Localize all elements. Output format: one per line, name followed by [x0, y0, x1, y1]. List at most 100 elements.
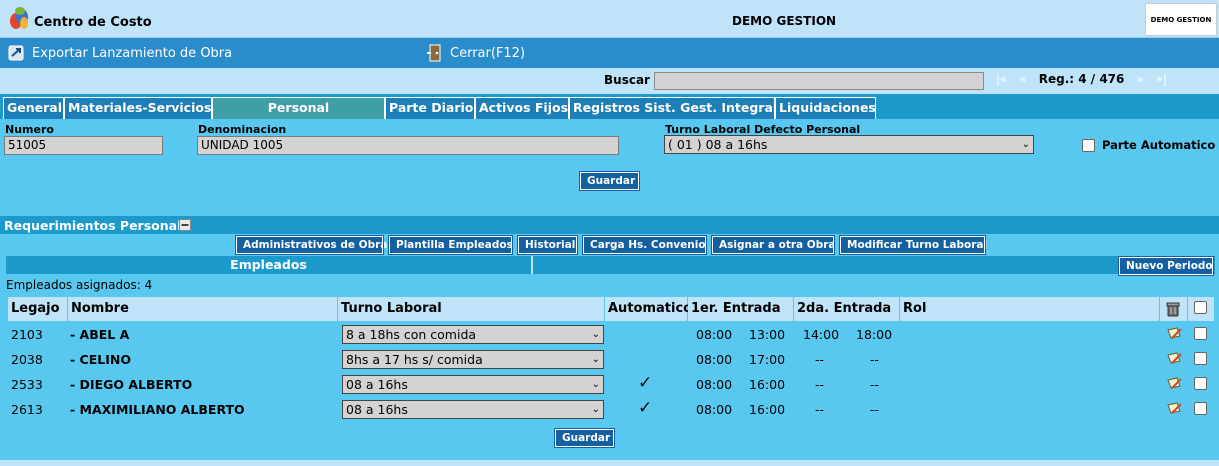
row-turno-select[interactable]: 08 a 16hs ⌄: [342, 375, 604, 394]
empleados-asignados-count: Empleados asignados: 4: [6, 278, 153, 292]
row-turno-select[interactable]: 08 a 16hs ⌄: [342, 400, 604, 419]
row-select-checkbox[interactable]: [1194, 352, 1207, 365]
footer-strip: [0, 460, 1219, 466]
col-nombre: Nombre: [68, 297, 338, 321]
guardar-table-button[interactable]: Guardar: [554, 428, 615, 448]
export-button[interactable]: Exportar Lanzamiento de Obra: [8, 44, 232, 62]
search-input[interactable]: [654, 72, 984, 90]
search-bar: Buscar |« « Reg.: 4 / 476 » »|: [0, 68, 1219, 94]
pencil-note-icon[interactable]: [1167, 352, 1182, 364]
col-select-all: [1188, 297, 1215, 321]
empleados-title: Empleados: [230, 257, 307, 272]
row-select-checkbox[interactable]: [1194, 402, 1207, 415]
door-exit-icon: [427, 44, 441, 62]
row-e2-in: --: [815, 402, 825, 417]
parte-automatico-checkbox[interactable]: [1082, 139, 1095, 152]
denominacion-field[interactable]: UNIDAD 1005: [197, 136, 619, 155]
row-e2-in: --: [815, 352, 825, 367]
title-bar: Centro de Costo DEMO GESTION DEMO GESTIO…: [0, 0, 1219, 38]
plantilla-empleados-button[interactable]: Plantilla Empleados: [388, 235, 513, 255]
chevron-down-icon: ⌄: [591, 329, 600, 340]
row-e2-out: --: [870, 402, 880, 417]
collapse-minus-icon[interactable]: [179, 219, 191, 231]
row-e2-out: 18:00: [856, 327, 893, 342]
historial-button[interactable]: Historial: [517, 235, 578, 255]
col-legajo: Legajo: [8, 297, 68, 321]
export-label: Exportar Lanzamiento de Obra: [32, 45, 233, 61]
row-e1-in: 08:00: [696, 327, 733, 342]
col-automatico: Automatico: [605, 297, 692, 321]
denominacion-label: Denominacion: [198, 123, 287, 136]
row-turno-value: 08 a 16hs: [346, 402, 408, 417]
app-title: Centro de Costo: [34, 15, 152, 30]
carga-hs-convenio-button[interactable]: Carga Hs. Convenio: [582, 235, 707, 255]
row-legajo: 2038: [11, 352, 43, 367]
trash-bin-icon[interactable]: [1165, 301, 1181, 317]
tab-liquidaciones[interactable]: Liquidaciones: [775, 97, 876, 119]
numero-field[interactable]: 51005: [4, 136, 163, 155]
tab-registros-sgi[interactable]: Registros Sist. Gest. Integral: [569, 97, 777, 119]
tab-materiales-servicios[interactable]: Materiales-Servicios: [64, 97, 212, 119]
toolbar: Exportar Lanzamiento de Obra Cerrar(F12): [0, 38, 1219, 68]
chevron-down-icon: ⌄: [591, 379, 600, 390]
col-1er-entrada: 1er. Entrada: [688, 297, 794, 321]
row-turno-value: 8 a 18hs con comida: [346, 327, 477, 342]
guardar-form-button[interactable]: Guardar: [579, 171, 640, 191]
row-e1-out: 13:00: [749, 327, 786, 342]
tab-general[interactable]: General: [3, 97, 64, 119]
tab-personal[interactable]: Personal: [212, 97, 385, 119]
col-2da-entrada: 2da. Entrada: [794, 297, 900, 321]
row-nombre: - DIEGO ALBERTO: [70, 377, 193, 392]
row-e1-in: 08:00: [696, 377, 733, 392]
modificar-turno-laboral-button[interactable]: Modificar Turno Laboral: [839, 235, 987, 255]
row-turno-value: 8hs a 17 hs s/ comida: [346, 352, 483, 367]
nuevo-periodo-button[interactable]: Nuevo Periodo: [1118, 256, 1214, 276]
search-label: Buscar: [604, 73, 650, 87]
row-e1-in: 08:00: [696, 402, 733, 417]
row-e2-out: --: [870, 377, 880, 392]
row-nombre: - MAXIMILIANO ALBERTO: [70, 402, 245, 417]
first-record-button[interactable]: |«: [996, 72, 1007, 86]
turno-defecto-select[interactable]: ( 01 ) 08 a 16hs ⌄: [664, 135, 1034, 154]
requerimientos-header: Requerimientos Personal: [0, 216, 1219, 234]
chevron-down-icon: ⌄: [591, 354, 600, 365]
row-turno-value: 08 a 16hs: [346, 377, 408, 392]
row-automatico-check: ✓: [638, 398, 653, 418]
table-row: 2038 - CELINO 8hs a 17 hs s/ comida ⌄ 08…: [8, 347, 1215, 371]
next-record-button[interactable]: »: [1136, 72, 1143, 86]
row-nombre: - CELINO: [70, 352, 131, 367]
row-automatico-check: ✓: [638, 373, 653, 393]
brand-logo: DEMO GESTION: [1145, 3, 1217, 36]
chevron-down-icon: ⌄: [1021, 139, 1030, 150]
row-e1-out: 17:00: [749, 352, 786, 367]
centro-de-costo-logo-icon: [10, 7, 28, 29]
last-record-button[interactable]: »|: [1156, 72, 1167, 86]
administrativos-obra-button[interactable]: Administrativos de Obra: [235, 235, 387, 255]
row-e1-out: 16:00: [749, 402, 786, 417]
tab-activos-fijos[interactable]: Activos Fijos: [475, 97, 569, 119]
row-e2-out: --: [870, 352, 880, 367]
row-select-checkbox[interactable]: [1194, 377, 1207, 390]
asignar-otra-obra-button[interactable]: Asignar a otra Obra: [711, 235, 835, 255]
pencil-note-icon[interactable]: [1167, 402, 1182, 414]
prev-record-button[interactable]: «: [1019, 72, 1026, 86]
pencil-note-icon[interactable]: [1167, 377, 1182, 389]
row-e1-out: 16:00: [749, 377, 786, 392]
export-icon: [8, 45, 24, 61]
row-select-checkbox[interactable]: [1194, 327, 1207, 340]
tab-parte-diario[interactable]: Parte Diario: [385, 97, 475, 119]
parte-automatico-label: Parte Automatico: [1102, 138, 1216, 152]
row-turno-select[interactable]: 8 a 18hs con comida ⌄: [342, 325, 604, 344]
close-label: Cerrar(F12): [450, 45, 526, 61]
row-legajo: 2103: [11, 327, 43, 342]
tab-strip: General Materiales-Servicios Personal Pa…: [0, 94, 1219, 119]
pencil-note-icon[interactable]: [1167, 327, 1182, 339]
row-e1-in: 08:00: [696, 352, 733, 367]
select-all-checkbox[interactable]: [1194, 301, 1207, 314]
col-turno-laboral: Turno Laboral: [338, 297, 605, 321]
turno-defecto-value: ( 01 ) 08 a 16hs: [668, 137, 768, 152]
close-button[interactable]: Cerrar(F12): [426, 44, 525, 62]
row-turno-select[interactable]: 8hs a 17 hs s/ comida ⌄: [342, 350, 604, 369]
chevron-down-icon: ⌄: [591, 404, 600, 415]
header-divider: [531, 256, 533, 274]
